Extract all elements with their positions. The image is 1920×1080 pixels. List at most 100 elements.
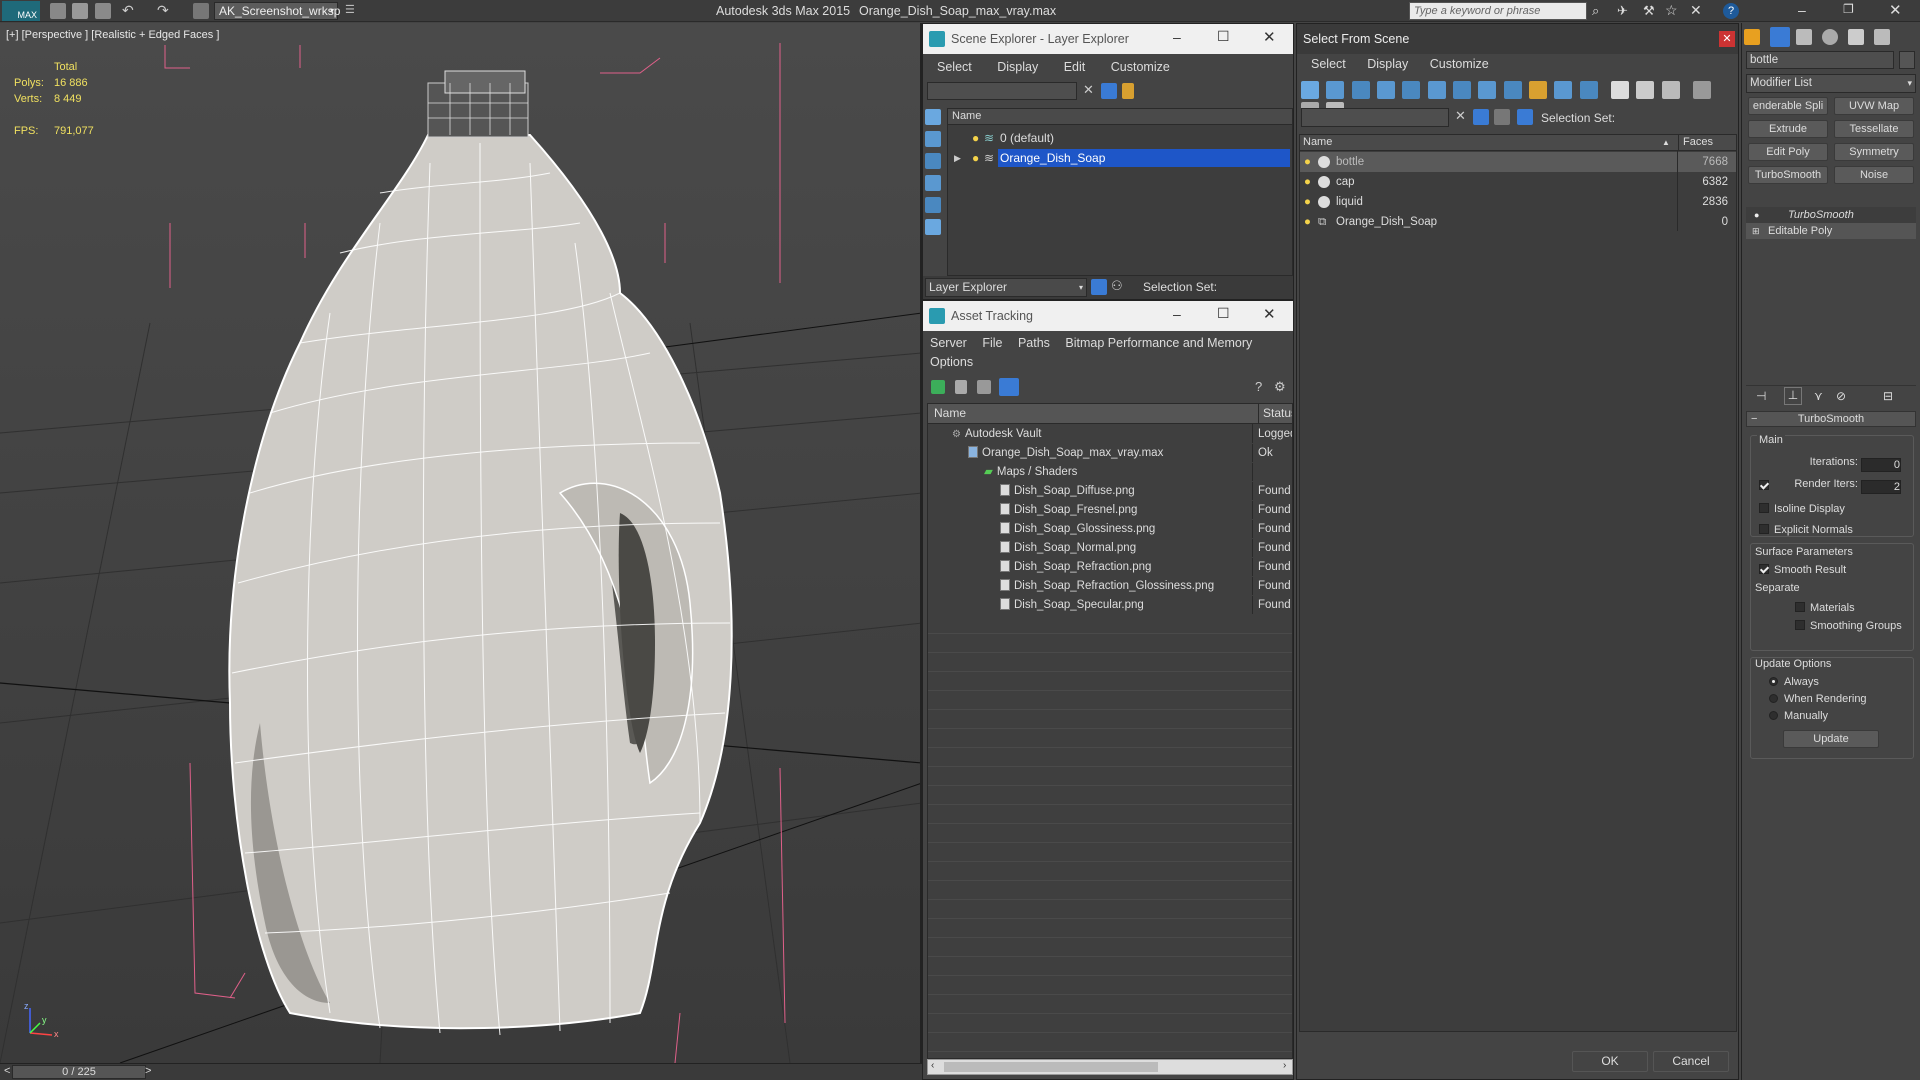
modify-tab-icon[interactable] — [1770, 27, 1790, 47]
layers-icon[interactable] — [1494, 109, 1510, 125]
object-name-field[interactable]: bottle — [1746, 51, 1894, 69]
scroll-left-icon[interactable]: ‹ — [931, 1060, 934, 1071]
favorites-icon[interactable]: ☆ — [1665, 2, 1678, 19]
menu-options[interactable]: Options — [930, 355, 973, 369]
table-row[interactable]: Dish_Soap_Glossiness.png Found — [928, 520, 1292, 539]
scroll-right-icon[interactable]: › — [1283, 1060, 1286, 1071]
clear-find-icon[interactable]: ✕ — [1455, 108, 1466, 124]
sfs-list-header[interactable]: Name ▲ Faces — [1300, 135, 1736, 151]
filter-icon[interactable] — [1693, 81, 1712, 99]
maximize-icon[interactable]: ☐ — [1217, 305, 1230, 322]
lightbulb-icon[interactable]: ● — [1304, 192, 1311, 212]
scrollbar-thumb[interactable] — [944, 1062, 1158, 1072]
lightbulb-icon[interactable]: ● — [1304, 172, 1311, 192]
turbosmooth-rollout-header[interactable]: − TurboSmooth — [1746, 411, 1916, 427]
select-spacewarps-icon[interactable] — [1427, 81, 1446, 99]
layers-filter-icon[interactable] — [1122, 83, 1134, 99]
modifier-button-edit-poly[interactable]: Edit Poly — [1748, 143, 1828, 161]
table-row[interactable]: ⚙ Autodesk Vault Logged — [928, 425, 1292, 444]
table-view-icon[interactable] — [999, 378, 1019, 396]
display-cameras-icon[interactable] — [925, 175, 941, 191]
cancel-button[interactable]: Cancel — [1653, 1051, 1729, 1072]
time-slider-thumb[interactable]: 0 / 225 — [12, 1065, 146, 1079]
iterations-spinner[interactable]: 0 — [1861, 458, 1901, 472]
app-logo[interactable]: MAX — [2, 1, 40, 21]
pin-stack-icon[interactable]: ⊣ — [1756, 389, 1766, 403]
select-xrefs-icon[interactable] — [1478, 81, 1497, 99]
minimize-icon[interactable]: – — [1173, 29, 1181, 45]
always-radio[interactable] — [1769, 677, 1778, 686]
sfs-col-faces[interactable]: Faces — [1678, 135, 1713, 150]
minimize-icon[interactable]: – — [1173, 306, 1181, 322]
communication-icon[interactable]: ✈ — [1617, 3, 1628, 19]
table-row[interactable]: Dish_Soap_Diffuse.png Found — [928, 482, 1292, 501]
select-none-icon[interactable] — [1636, 81, 1655, 99]
search-input[interactable]: Type a keyword or phrase — [1409, 2, 1587, 20]
table-row[interactable]: Dish_Soap_Refraction_Glossiness.png Found — [928, 577, 1292, 596]
menu-display[interactable]: Display — [997, 60, 1038, 74]
tree-column-header[interactable]: Name — [948, 109, 1292, 125]
list-item[interactable]: ● bottle 7668 — [1300, 152, 1736, 172]
bottle-model[interactable] — [228, 70, 733, 1036]
display-geometry-icon[interactable] — [925, 109, 941, 125]
table-row[interactable]: Dish_Soap_Fresnel.png Found — [928, 501, 1292, 520]
select-all-icon[interactable] — [1611, 81, 1630, 99]
motion-tab-icon[interactable] — [1822, 29, 1838, 45]
open-file-icon[interactable] — [72, 3, 88, 19]
filter-icon[interactable] — [1101, 83, 1117, 99]
display-helpers-icon[interactable] — [925, 197, 941, 213]
explorer-type-dropdown[interactable]: Layer Explorer ▾ — [925, 278, 1087, 297]
smoothing-groups-checkbox[interactable] — [1795, 620, 1805, 630]
materials-checkbox[interactable] — [1795, 602, 1805, 612]
viewport-perspective[interactable]: [+] [Perspective ] [Realistic + Edged Fa… — [0, 23, 922, 1063]
expand-icon[interactable]: ⊞ — [1752, 223, 1760, 239]
save-icon[interactable] — [95, 3, 111, 19]
modifier-button-noise[interactable]: Noise — [1834, 166, 1914, 184]
table-row[interactable]: Orange_Dish_Soap_max_vray.max Ok — [928, 444, 1292, 463]
modifier-list-dropdown[interactable]: Modifier List ▾ — [1746, 74, 1916, 93]
subscription-icon[interactable]: ⚒ — [1643, 3, 1655, 19]
select-containers-icon[interactable] — [1529, 81, 1548, 99]
time-prev-button[interactable]: < — [4, 1065, 10, 1077]
configure-modifier-sets-icon[interactable]: ⊟ — [1883, 389, 1893, 403]
close-icon[interactable]: ✕ — [1719, 31, 1735, 47]
clear-find-icon[interactable]: ✕ — [1083, 82, 1094, 98]
tree-row-orange-dish-soap[interactable]: ▶ ● ≋ Orange_Dish_Soap — [948, 149, 1292, 167]
hold-icon[interactable] — [193, 3, 209, 19]
help-icon[interactable]: ? — [1255, 379, 1262, 394]
display-tab-icon[interactable] — [1848, 29, 1864, 45]
filter-icon[interactable] — [1473, 109, 1489, 125]
expand-arrow-icon[interactable]: ▶ — [954, 149, 961, 167]
time-slider[interactable]: < 0 / 225 > — [0, 1063, 922, 1080]
table-row[interactable]: Dish_Soap_Normal.png Found — [928, 539, 1292, 558]
close-icon[interactable]: ✕ — [1263, 28, 1276, 46]
minimize-icon[interactable]: – — [1798, 2, 1806, 18]
select-lights-icon[interactable] — [1351, 81, 1370, 99]
asset-col-name[interactable]: Name — [934, 404, 966, 423]
remove-modifier-icon[interactable]: ⊘ — [1836, 389, 1846, 403]
menu-edit[interactable]: Edit — [1064, 60, 1086, 74]
restore-icon[interactable]: ❐ — [1843, 2, 1854, 16]
object-color-swatch[interactable] — [1899, 51, 1915, 69]
select-hidden-icon[interactable] — [1579, 81, 1598, 99]
exchange-icon[interactable]: ✕ — [1690, 2, 1702, 19]
utilities-tab-icon[interactable] — [1874, 29, 1890, 45]
select-helpers-icon[interactable] — [1402, 81, 1421, 99]
list-item[interactable]: ● ⧉ Orange_Dish_Soap 0 — [1300, 212, 1736, 232]
lightbulb-icon[interactable]: ● — [1304, 212, 1311, 232]
modifier-button-symmetry[interactable]: Symmetry — [1834, 143, 1914, 161]
lightbulb-icon[interactable]: ● — [972, 129, 979, 147]
maximize-icon[interactable]: ☐ — [1217, 28, 1230, 45]
render-iters-spinner[interactable]: 2 — [1861, 480, 1901, 494]
table-row[interactable]: Dish_Soap_Specular.png Found — [928, 596, 1292, 615]
display-shapes-icon[interactable] — [925, 131, 941, 147]
undo-icon[interactable]: ↶ — [122, 2, 134, 19]
select-shapes-icon[interactable] — [1326, 81, 1345, 99]
settings-icon[interactable]: ⚙ — [1274, 379, 1286, 395]
list-item[interactable]: ● liquid 2836 — [1300, 192, 1736, 212]
sfs-titlebar[interactable]: Select From Scene ✕ — [1297, 24, 1738, 54]
create-tab-icon[interactable] — [1744, 29, 1760, 45]
sfs-find-input[interactable] — [1301, 108, 1449, 127]
sfs-col-name[interactable]: Name — [1303, 135, 1332, 150]
menu-file[interactable]: File — [982, 336, 1002, 350]
